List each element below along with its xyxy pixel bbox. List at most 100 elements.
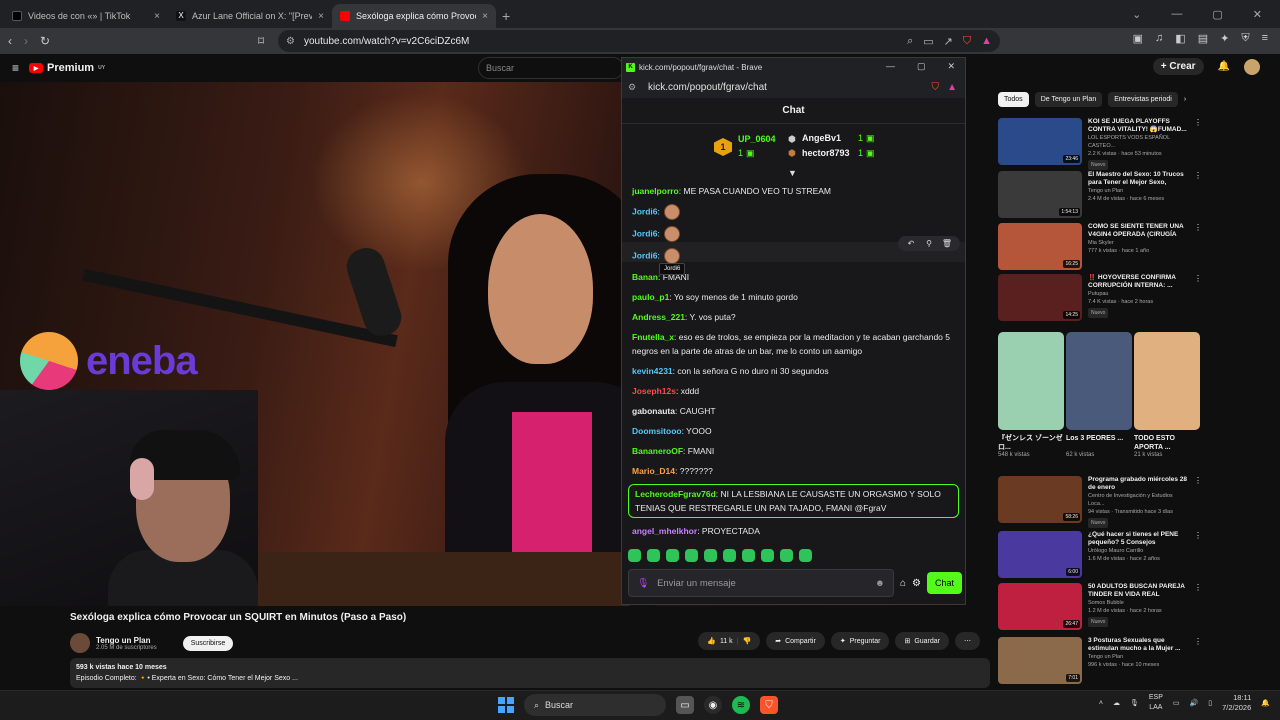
chat-message[interactable]: BananeroOF: FMANI (632, 444, 962, 458)
recommendation-channel[interactable]: Mia Skyler (1088, 239, 1188, 247)
recommendation-channel[interactable]: Somos Bubble (1088, 599, 1188, 607)
subscribe-button[interactable]: Suscribirse (182, 635, 234, 651)
emote-icon[interactable] (628, 549, 641, 562)
brave-icon[interactable]: ⛉ (760, 696, 778, 714)
windows-start-icon[interactable] (498, 697, 514, 713)
brave-rewards-icon[interactable]: ▲ (981, 35, 992, 48)
chat-username[interactable]: angel_mhelkhor (632, 526, 697, 536)
recommendation-title[interactable]: Programa grabado miércoles 28 de enero (1088, 476, 1188, 492)
search-input[interactable]: Buscar (478, 57, 624, 79)
notifications-icon[interactable]: 🔔 (1261, 699, 1270, 707)
emote-icon[interactable] (666, 549, 679, 562)
brave-rewards-icon[interactable]: ▲ (947, 82, 957, 93)
more-vert-icon[interactable]: ⋮ (1194, 223, 1202, 270)
more-vert-icon[interactable]: ⋮ (1194, 531, 1202, 578)
create-button[interactable]: + Crear (1152, 58, 1204, 75)
taskbar-search[interactable]: ⌕ Buscar (524, 694, 666, 716)
recommendation-title[interactable]: ‼️ HOYOVERSE CONFIRMA CORRUPCIÓN INTERNA… (1088, 274, 1188, 290)
emote-icon[interactable] (761, 549, 774, 562)
send-chat-button[interactable]: Chat (926, 572, 962, 594)
gifter-name[interactable]: hector8793 (802, 148, 850, 158)
tab-search-icon[interactable]: ⌄ (1132, 8, 1141, 21)
chat-message[interactable]: angel_mhelkhor: PROYECTADA (632, 524, 962, 538)
emote-icon[interactable] (685, 549, 698, 562)
maximize-button[interactable]: ▢ (1212, 8, 1222, 21)
expand-pinned-icon[interactable]: ▼ (788, 168, 797, 178)
close-button[interactable]: ✕ (947, 61, 955, 72)
channel-name[interactable]: Tengo un Plan (96, 636, 157, 645)
chat-message[interactable]: Fnutella_x: eso es de trolos, se empieza… (632, 330, 962, 358)
chat-username[interactable]: juanelporro (632, 186, 679, 196)
more-vert-icon[interactable]: ⋮ (1194, 274, 1202, 321)
recommendation-title[interactable]: CÓMO SE SIENTE TENER UNA V4GIN4 OPERADA … (1088, 223, 1188, 239)
recommendation-item[interactable]: 58:26 Programa grabado miércoles 28 de e… (998, 476, 1202, 528)
video-thumbnail[interactable]: 6:00 (998, 531, 1082, 578)
recommendation-item[interactable]: 7:01 3 Posturas Sexuales que estimulan m… (998, 637, 1202, 684)
minimize-button[interactable]: — (886, 61, 895, 72)
chat-username[interactable]: LecherodeFgrav76d (635, 489, 716, 499)
site-info-icon[interactable]: ⚙ (286, 36, 295, 47)
forward-icon[interactable]: › (24, 34, 28, 48)
new-tab-button[interactable]: + (502, 8, 510, 24)
video-description[interactable]: 593 k vistas hace 10 meses Episodio Comp… (70, 658, 990, 688)
menu-icon[interactable]: ≡ (1262, 32, 1268, 45)
reply-icon[interactable]: ↶ (904, 239, 918, 248)
like-button[interactable]: 👍 11 k | 👎 (698, 632, 761, 650)
more-vert-icon[interactable]: ⋮ (1194, 476, 1202, 528)
youtube-logo[interactable]: ▶ Premium UY (29, 62, 105, 74)
chip-all[interactable]: Todos (998, 92, 1029, 107)
chat-username[interactable]: Jordi6 (632, 206, 658, 216)
chat-username[interactable]: Jordi6 (632, 250, 658, 260)
delete-icon[interactable]: 🗑 (940, 239, 954, 248)
spotify-icon[interactable]: ≋ (732, 696, 750, 714)
url-field[interactable]: ⚙ youtube.com/watch?v=v2C6ciDZc6M ⌕ ▭ ↗ … (278, 30, 1000, 52)
file-explorer-icon[interactable]: ▭ (676, 696, 694, 714)
emote-icon[interactable] (647, 549, 660, 562)
ask-button[interactable]: ✦ Preguntar (830, 632, 890, 650)
recommendation-channel[interactable]: Tengo un Plan (1088, 187, 1188, 195)
microphone-icon[interactable]: 🎙 (637, 578, 649, 589)
sidebar-icon[interactable]: ◧ (1175, 32, 1185, 45)
recommendation-title[interactable]: ¿Qué hacer si tienes el PENE pequeño? 5 … (1088, 531, 1188, 547)
chat-message[interactable]: LecherodeFgrav76d: NI LA LESBIANA LE CAU… (628, 484, 959, 518)
reload-icon[interactable]: ↻ (40, 34, 50, 48)
wallet-card-icon[interactable]: ▤ (1198, 32, 1208, 45)
browser-tab-tiktok[interactable]: Videos de con «» | TikTok × (4, 4, 168, 28)
chat-username[interactable]: Andress_221 (632, 312, 685, 322)
short-thumbnail[interactable] (1134, 332, 1200, 430)
recommendation-title[interactable]: El Maestro del Sexo: 10 Trucos para Tene… (1088, 171, 1188, 187)
chat-username[interactable]: Doomsitooo (632, 426, 682, 436)
maximize-button[interactable]: ▢ (917, 61, 926, 72)
emote-icon[interactable] (723, 549, 736, 562)
recommendation-channel[interactable]: Tengo un Plan (1088, 653, 1188, 661)
chat-username[interactable]: Mario_D14 (632, 466, 675, 476)
more-button[interactable]: ⋯ (955, 632, 980, 650)
short-thumbnail[interactable] (1066, 332, 1132, 430)
chat-username[interactable]: paulo_p1 (632, 292, 669, 302)
hamburger-icon[interactable]: ≡ (12, 61, 19, 75)
brave-shields-icon[interactable]: ⛉ (963, 35, 971, 48)
short-item[interactable]: Los 3 PEORES ... 62 k vistas (1066, 332, 1132, 458)
music-icon[interactable]: ♫ (1155, 32, 1163, 45)
emote-icon[interactable] (799, 549, 812, 562)
short-item[interactable]: 『ゼンレス ゾーンゼロ... 548 k vistas (998, 332, 1064, 458)
recommendation-item[interactable]: 16:25 CÓMO SE SIENTE TENER UNA V4GIN4 OP… (998, 223, 1202, 270)
chat-message[interactable]: Mario_D14: ??????? (632, 464, 962, 478)
chat-username[interactable]: Jordi6 (632, 228, 658, 238)
emote-icon[interactable] (742, 549, 755, 562)
cast-icon[interactable]: ▭ (923, 35, 933, 48)
chat-message[interactable]: gabonauta: CAUGHT (632, 404, 962, 418)
short-title[interactable]: 『ゼンレス ゾーンゼロ... (998, 434, 1064, 452)
recommendation-title[interactable]: 50 ADULTOS BUSCAN PAREJA TINDER EN VIDA … (1088, 583, 1188, 599)
recommendation-item[interactable]: 6:00 ¿Qué hacer si tienes el PENE pequeñ… (998, 531, 1202, 578)
chat-message[interactable]: juanelporro: ME PASA CUANDO VEO TU STREA… (632, 184, 962, 198)
more-vert-icon[interactable]: ⋮ (1194, 171, 1202, 218)
video-thumbnail[interactable]: 58:26 (998, 476, 1082, 523)
more-vert-icon[interactable]: ⋮ (1194, 583, 1202, 630)
recommendation-title[interactable]: KOI SE JUEGA PLAYOFFS CONTRA VITALITY! 😱… (1088, 118, 1188, 134)
wallet-icon[interactable]: ▣ (1133, 32, 1143, 45)
thumbs-down-icon[interactable]: 👎 (742, 637, 751, 645)
video-thumbnail[interactable]: 26:47 (998, 583, 1082, 630)
volume-icon[interactable]: 🔊 (1190, 699, 1199, 707)
more-vert-icon[interactable]: ⋮ (1194, 637, 1202, 684)
